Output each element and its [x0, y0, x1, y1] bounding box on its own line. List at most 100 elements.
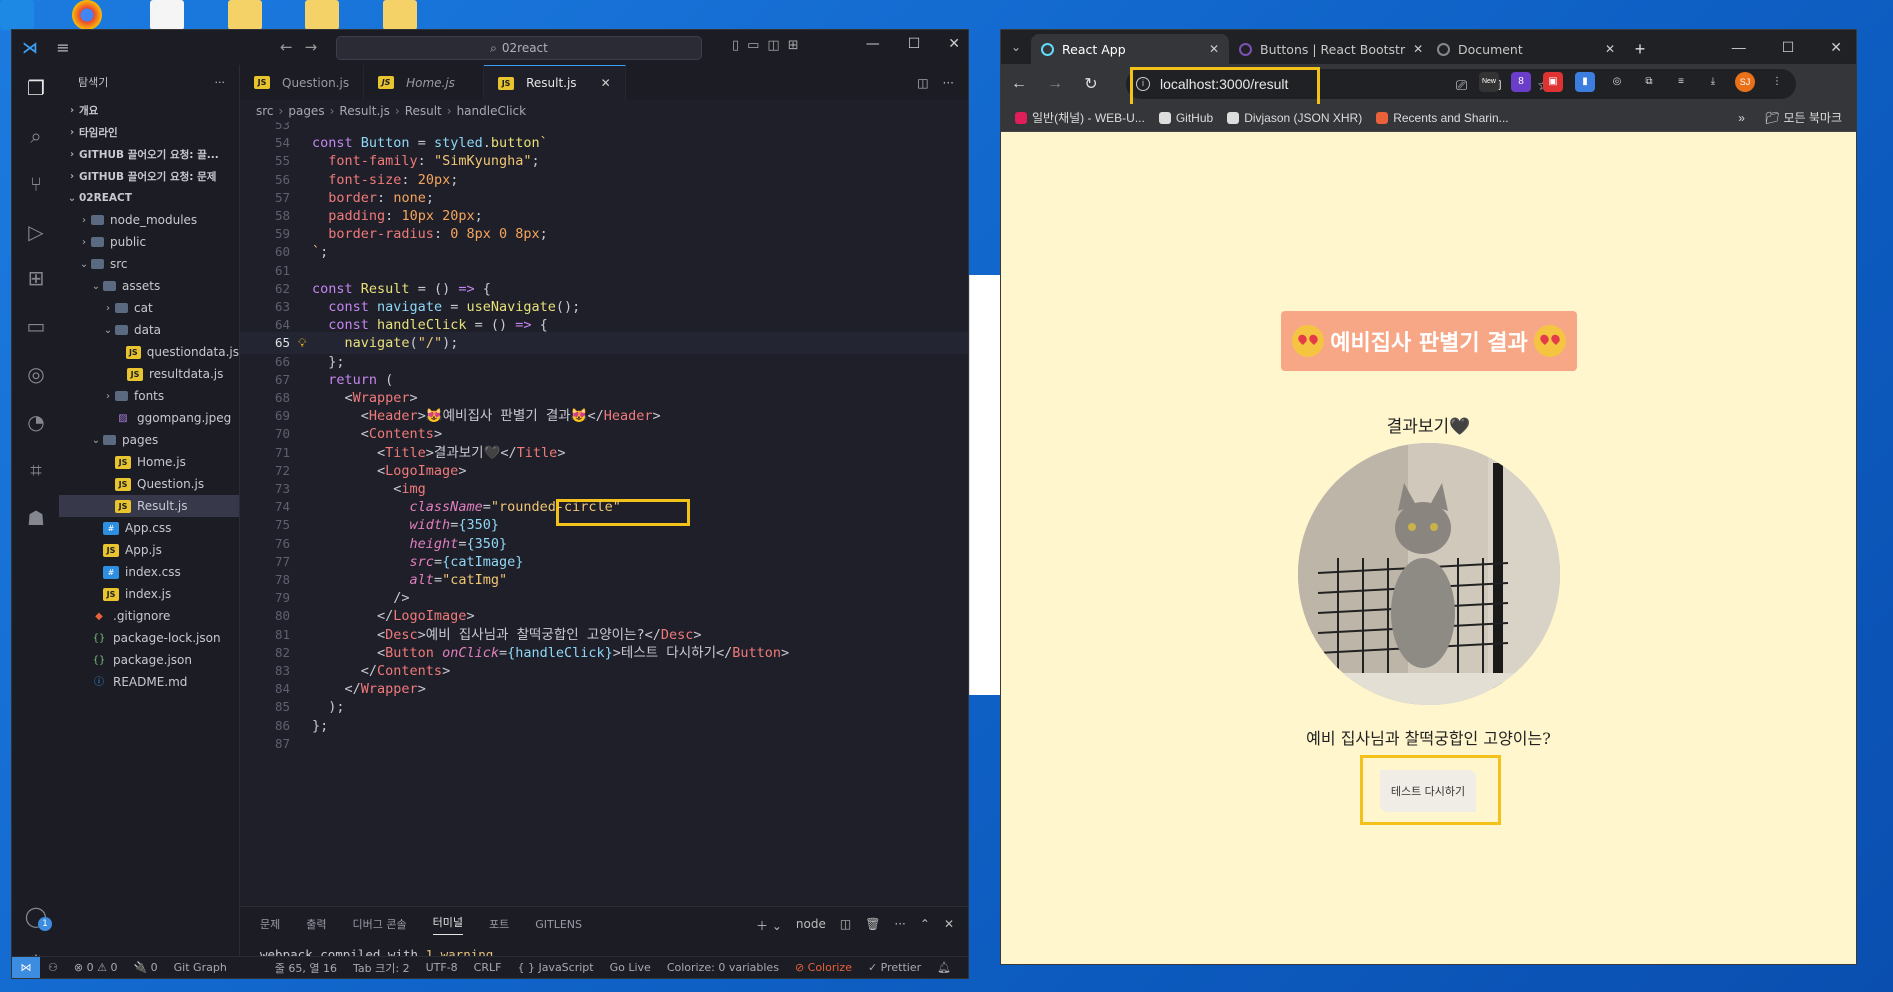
cursor-position[interactable]: 줄 65, 열 16 — [275, 960, 337, 976]
colorize-toggle[interactable]: ⊘ Colorize — [795, 961, 852, 974]
colorize-vars[interactable]: Colorize: 0 variables — [667, 961, 779, 974]
problems-status[interactable]: ⊗ 0 ⚠ 0 — [74, 961, 118, 974]
tree-item[interactable]: ▨ ggompang.jpeg — [59, 407, 239, 429]
close-icon[interactable]: ✕ — [1830, 39, 1842, 56]
tree-item[interactable]: ⌄ data — [59, 319, 239, 341]
search-icon[interactable]: ⌕ — [23, 123, 49, 149]
close-tab-icon[interactable]: ✕ — [1209, 42, 1219, 56]
chrome-menu-icon[interactable]: ⋮ — [1767, 72, 1787, 92]
install-app-icon[interactable]: ⎚ — [1456, 77, 1467, 94]
more-actions-icon[interactable]: ··· — [943, 76, 954, 90]
more-bookmarks-icon[interactable]: » — [1738, 111, 1745, 125]
tree-item[interactable]: ⌄ 02REACT — [59, 187, 239, 209]
git-graph-icon[interactable]: ⌗ — [23, 457, 49, 483]
breadcrumb-item[interactable]: Result.js — [339, 104, 389, 118]
profile-avatar[interactable]: SJ — [1735, 72, 1755, 92]
browser-tab[interactable]: Document ✕ — [1427, 34, 1625, 64]
notifications-bell-icon[interactable]: 🔔︎ — [937, 961, 951, 974]
eol[interactable]: CRLF — [474, 961, 502, 974]
folder-desktop-icon[interactable] — [228, 0, 262, 30]
panel-tab[interactable]: 출력 — [306, 916, 326, 932]
tree-item[interactable]: JS questiondata.js — [59, 341, 239, 363]
panel-tab[interactable]: 문제 — [260, 916, 280, 932]
maximize-panel-icon[interactable]: ⌃ — [920, 917, 930, 934]
more-actions-icon[interactable]: ··· — [894, 917, 905, 934]
folder-desktop-icon[interactable] — [305, 0, 339, 30]
tree-item[interactable]: JS Question.js — [59, 473, 239, 495]
maximize-icon[interactable]: ☐ — [1782, 39, 1795, 56]
bookmark-item[interactable]: 일반(채널) - WEB-U... — [1015, 109, 1145, 126]
tree-item[interactable]: › GITHUB 끌어오기 요청: 끌... — [59, 143, 239, 165]
menu-icon[interactable]: ≡ — [48, 38, 78, 57]
timeline-icon[interactable]: ◔ — [23, 409, 49, 435]
bookmark-item[interactable]: Divjason (JSON XHR) — [1227, 111, 1362, 125]
git-graph-status[interactable]: Git Graph — [174, 961, 227, 974]
back-icon[interactable]: ← — [1001, 75, 1037, 93]
run-debug-icon[interactable]: ▷ — [23, 219, 49, 245]
browser-tab[interactable]: Buttons | React Bootstr ✕ — [1229, 34, 1427, 64]
explorer-icon[interactable]: ❐ — [23, 75, 49, 101]
split-editor-icon[interactable]: ◫ — [917, 76, 928, 90]
browser-tab[interactable]: React App ✕ — [1031, 34, 1229, 64]
minimize-icon[interactable]: — — [1732, 39, 1746, 55]
tree-item[interactable]: # App.css — [59, 517, 239, 539]
document-desktop-icon[interactable] — [150, 0, 184, 30]
trash-icon[interactable]: 🗑 — [865, 917, 880, 934]
extension-icon[interactable]: ◎ — [1607, 72, 1627, 92]
editor-tab[interactable]: JS Home.js — [364, 65, 485, 100]
new-tab-icon[interactable]: + — [1625, 34, 1655, 64]
history-nav[interactable]: ←→ — [280, 38, 329, 56]
tree-item[interactable]: ⌄ pages — [59, 429, 239, 451]
tree-item[interactable]: {} package.json — [59, 649, 239, 671]
all-bookmarks[interactable]: 📁︎ 모든 북마크 — [1765, 109, 1842, 126]
tree-item[interactable]: {} package-lock.json — [59, 627, 239, 649]
tree-item[interactable]: › cat — [59, 297, 239, 319]
terminal-label[interactable]: node — [796, 917, 826, 934]
download-icon[interactable]: ⤓ — [1703, 72, 1723, 92]
tree-item[interactable]: ⓘ README.md — [59, 671, 239, 693]
tree-item[interactable]: # index.css — [59, 561, 239, 583]
tree-item[interactable]: ⌄ assets — [59, 275, 239, 297]
tree-item[interactable]: › 타임라인 — [59, 121, 239, 143]
new-terminal-icon[interactable]: ＋ ⌄ — [756, 917, 782, 934]
reload-icon[interactable]: ↻ — [1073, 74, 1109, 94]
source-control-icon[interactable]: ⑂ — [23, 171, 49, 197]
tree-item[interactable]: JS App.js — [59, 539, 239, 561]
live-share-icon[interactable]: ⚇ — [48, 961, 58, 974]
split-terminal-icon[interactable]: ◫ — [840, 917, 851, 934]
language-mode[interactable]: { } JavaScript — [517, 961, 593, 974]
ports-status[interactable]: 🔌 0 — [133, 961, 157, 974]
editor-tab[interactable]: JS Result.js ✕ — [484, 65, 626, 100]
editor-tab[interactable]: JS Question.js — [240, 65, 365, 100]
panel-tab[interactable]: 포트 — [489, 916, 509, 932]
breadcrumb-item[interactable]: pages — [288, 104, 324, 118]
new-extension-icon[interactable]: New — [1479, 72, 1499, 92]
panel-tab[interactable]: GITLENS — [535, 918, 582, 931]
more-actions-icon[interactable]: ··· — [215, 76, 226, 89]
close-tab-icon[interactable]: ✕ — [1413, 42, 1423, 56]
prettier-status[interactable]: ✓ Prettier — [868, 961, 921, 974]
bookmark-item[interactable]: GitHub — [1158, 111, 1213, 125]
extension-icon[interactable]: ▮ — [1575, 72, 1595, 92]
minimize-icon[interactable]: — — [866, 36, 880, 52]
tree-item[interactable]: JS Home.js — [59, 451, 239, 473]
maximize-icon[interactable]: ☐ — [908, 36, 921, 52]
command-center-search[interactable]: ⌕ 02react — [336, 36, 702, 60]
tree-item[interactable]: ⌄ src — [59, 253, 239, 275]
puzzle-extensions-icon[interactable]: ⧉ — [1639, 72, 1659, 92]
close-panel-icon[interactable]: ✕ — [944, 917, 954, 934]
layout-controls[interactable]: ▯▭◫⊞ — [732, 38, 807, 53]
tree-item[interactable]: › 개요 — [59, 99, 239, 121]
tree-item[interactable]: › GITHUB 끌어오기 요청: 문제 — [59, 165, 239, 187]
close-icon[interactable]: ✕ — [948, 36, 960, 52]
tab-search-icon[interactable]: ⌄ — [1001, 30, 1031, 64]
breadcrumb-item[interactable]: src — [256, 104, 274, 118]
reading-list-icon[interactable]: ≡ — [1671, 72, 1691, 92]
remote-explorer-icon[interactable]: ▭ — [23, 313, 49, 339]
tree-item[interactable]: JS resultdata.js — [59, 363, 239, 385]
bookmark-item[interactable]: Recents and Sharin... — [1376, 111, 1509, 125]
extension-badge-icon[interactable]: 8 — [1511, 72, 1531, 92]
close-tab-icon[interactable]: ✕ — [601, 76, 611, 90]
extension-icon[interactable]: ▣ — [1543, 72, 1563, 92]
panel-tab[interactable]: 디버그 콘솔 — [353, 916, 407, 932]
